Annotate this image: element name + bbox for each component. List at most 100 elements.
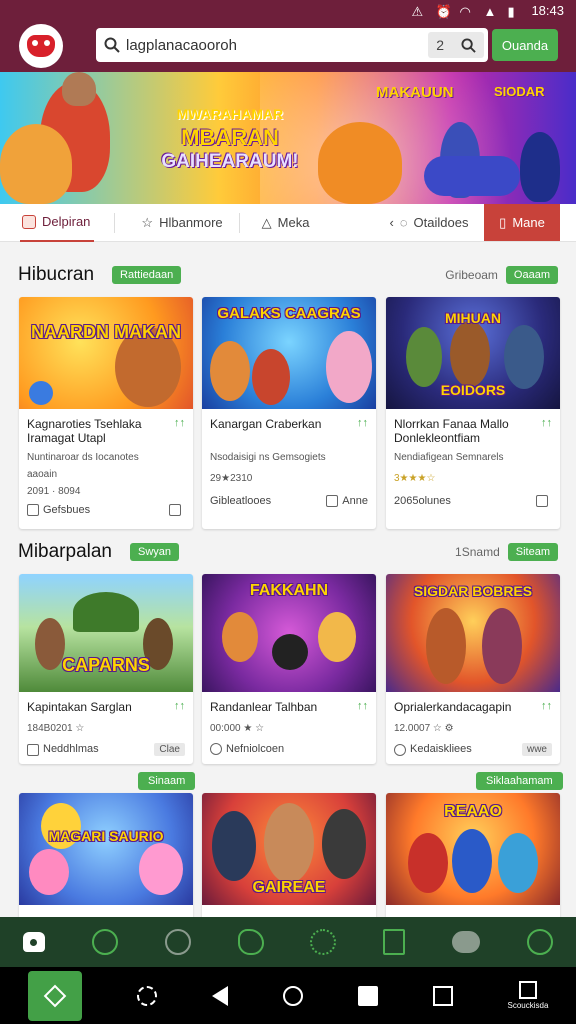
hand-icon[interactable] <box>237 929 264 955</box>
game-card[interactable]: REAAO <box>386 793 560 933</box>
clear-search-button[interactable]: 2 <box>436 37 444 53</box>
trend-icon: ↑↑ <box>541 417 552 429</box>
section-header: Mibarpalan Swyan 1Snamd Siteam <box>18 539 558 565</box>
card-title: Kanargan Craberkan <box>210 417 322 431</box>
section-right-badge[interactable]: Siteam <box>507 543 558 561</box>
see-all-link[interactable]: 1Snamd <box>455 545 500 559</box>
star-icon: ☆ <box>141 214 154 230</box>
card-title: Kapintakan Sarglan <box>27 700 132 714</box>
tab-delpiran[interactable]: Delpiran <box>20 204 95 242</box>
section-badge[interactable]: Rattiedaan <box>112 266 182 284</box>
card-chip[interactable]: Clae <box>154 743 185 756</box>
tab-meka[interactable]: △ Meka <box>262 204 310 242</box>
shortcut-button[interactable] <box>27 970 82 1021</box>
search-submit-icon[interactable] <box>461 37 476 53</box>
app-logo[interactable] <box>19 24 63 68</box>
system-navigation-bar: Scouckisda <box>0 967 576 1024</box>
status-bar: ⚠ ⏰ ◠ ▲ ▮ 18:43 <box>0 0 576 20</box>
section-badge[interactable]: Swyan <box>130 543 180 561</box>
card-rating: 12.0007 ☆ ⚙ <box>394 723 454 734</box>
section-badge[interactable]: Sinaam <box>138 772 196 790</box>
card-title: Randanlear Talhban <box>210 700 318 714</box>
card-chip[interactable]: wwe <box>521 743 552 756</box>
bookmark-icon: ▯ <box>499 214 507 230</box>
category-icon <box>22 214 36 229</box>
card-subtitle: Nsodaisigi ns Gemsogiets <box>210 452 326 463</box>
book-icon[interactable] <box>383 929 406 955</box>
card-rating: 00:000 ★ ☆ <box>210 723 265 734</box>
banner-promo-2: SIODAR <box>494 84 545 99</box>
section-header: Hibucran Rattiedaan Gribeoam Oaaam <box>18 262 558 288</box>
info-icon <box>27 743 39 756</box>
cloud-icon[interactable] <box>451 931 480 953</box>
chat-icon[interactable] <box>164 929 191 955</box>
card-rating: 29★2310 <box>210 473 253 484</box>
trend-icon: ↑↑ <box>357 417 368 429</box>
trend-icon: ↑↑ <box>357 700 368 712</box>
section-right-badge[interactable]: Oaaam <box>505 266 558 284</box>
game-card[interactable]: MAGARI SAURIO <box>19 793 193 933</box>
trend-icon: ↑↑ <box>541 700 552 712</box>
clock: 18:43 <box>531 2 564 18</box>
info-icon <box>394 743 406 756</box>
tab-mane[interactable]: ▯ Mane <box>484 204 560 241</box>
signal-icon: ▲ <box>483 4 497 19</box>
home-icon[interactable] <box>23 932 46 952</box>
promo-banner[interactable]: MWARAHAMAR MBARAN GAIHEARAUM! MAKAUUN SI… <box>0 72 576 204</box>
back-icon[interactable] <box>211 985 228 1006</box>
card-footer-label: Kedaiskliees <box>410 743 472 756</box>
game-card[interactable]: CAPARNS Kapintakan Sarglan ↑↑ 184B0201 ☆… <box>19 574 193 764</box>
refresh-icon[interactable] <box>136 985 157 1006</box>
wifi-icon: ◠ <box>459 4 471 19</box>
bottom-navigation <box>0 917 576 967</box>
app-header: lagplanacaooroh 2 Ouanda <box>0 20 576 72</box>
card-rating: 3★★★☆ <box>394 473 436 484</box>
search-input[interactable]: lagplanacaooroh <box>126 37 428 54</box>
expand-icon[interactable] <box>432 985 453 1006</box>
download-icon[interactable] <box>536 495 548 507</box>
header-cta-button[interactable]: Ouanda <box>492 29 558 61</box>
banner-promo-1: MAKAUUN <box>376 84 454 101</box>
card-footer-action[interactable]: Anne <box>342 495 368 507</box>
trend-icon: ↑↑ <box>174 700 185 712</box>
card-footer-label: Gibleatlooes <box>210 495 272 508</box>
game-card[interactable]: MIHUAN EOIDORS Nlorrkan Fanaa Mallo Donl… <box>386 297 560 529</box>
card-subtitle: Nendiafigean Semnarels <box>394 452 504 463</box>
card-rating: 184B0201 ☆ <box>27 723 85 734</box>
settings-icon[interactable] <box>310 929 337 955</box>
alarm-icon: ⏰ <box>435 4 452 19</box>
see-all-link[interactable]: Gribeoam <box>445 268 498 282</box>
screenshot-shortcut[interactable]: Scouckisda <box>508 981 548 1010</box>
card-title: Kagnaroties Tsehlaka Iramagat Utapl <box>27 417 142 445</box>
pin-icon[interactable] <box>526 929 553 955</box>
card-meta: aaoain <box>27 469 58 480</box>
card-footer-label: Nefniolcoen <box>226 743 285 755</box>
triangle-icon: △ <box>261 214 272 230</box>
info-icon <box>27 504 39 517</box>
screenshot-icon <box>518 981 537 999</box>
code-icon: ‹ <box>389 215 394 230</box>
tab-hlbanmore[interactable]: ☆ Hlbanmore <box>141 204 222 242</box>
download-icon[interactable] <box>169 504 181 517</box>
battery-icon: ▮ <box>507 4 515 19</box>
section-right-badge[interactable]: Siklaahamam <box>476 772 563 790</box>
game-card[interactable]: FAKKAHN Randanlear Talhban ↑↑ 00:000 ★ ☆… <box>202 574 376 764</box>
download-icon[interactable] <box>326 495 339 508</box>
game-card[interactable]: GALAKS CAAGRAS Kanargan Craberkan ↑↑ Nso… <box>202 297 376 529</box>
game-card[interactable]: GAIREAE <box>202 793 376 933</box>
notification-icon: ⚠ <box>411 4 424 19</box>
card-rating: 2091 · 8094 <box>27 486 81 497</box>
game-card[interactable]: SIGDAR BOBRES Oprialerkandacagapin ↑↑ 12… <box>386 574 560 764</box>
tab-otaildoes[interactable]: ‹ ◌ Otaildoes <box>389 204 468 242</box>
leaf-icon[interactable] <box>92 929 119 955</box>
game-card[interactable]: NAARDN MAKAN Kagnaroties Tsehlaka Iramag… <box>19 297 193 529</box>
recents-icon[interactable] <box>357 985 378 1006</box>
category-tabs: Delpiran ☆ Hlbanmore △ Meka ‹ ◌ Otaildoe… <box>0 204 576 242</box>
trend-icon: ↑↑ <box>174 417 185 429</box>
clock-icon <box>210 743 222 756</box>
card-title: Nlorrkan Fanaa Mallo Donlekleontfiam <box>394 417 509 445</box>
chart-icon <box>43 984 66 1007</box>
card-footer-label: 2065olunes <box>394 495 451 507</box>
home-button-icon[interactable] <box>282 985 303 1006</box>
search-bar[interactable]: lagplanacaooroh 2 <box>96 28 488 62</box>
